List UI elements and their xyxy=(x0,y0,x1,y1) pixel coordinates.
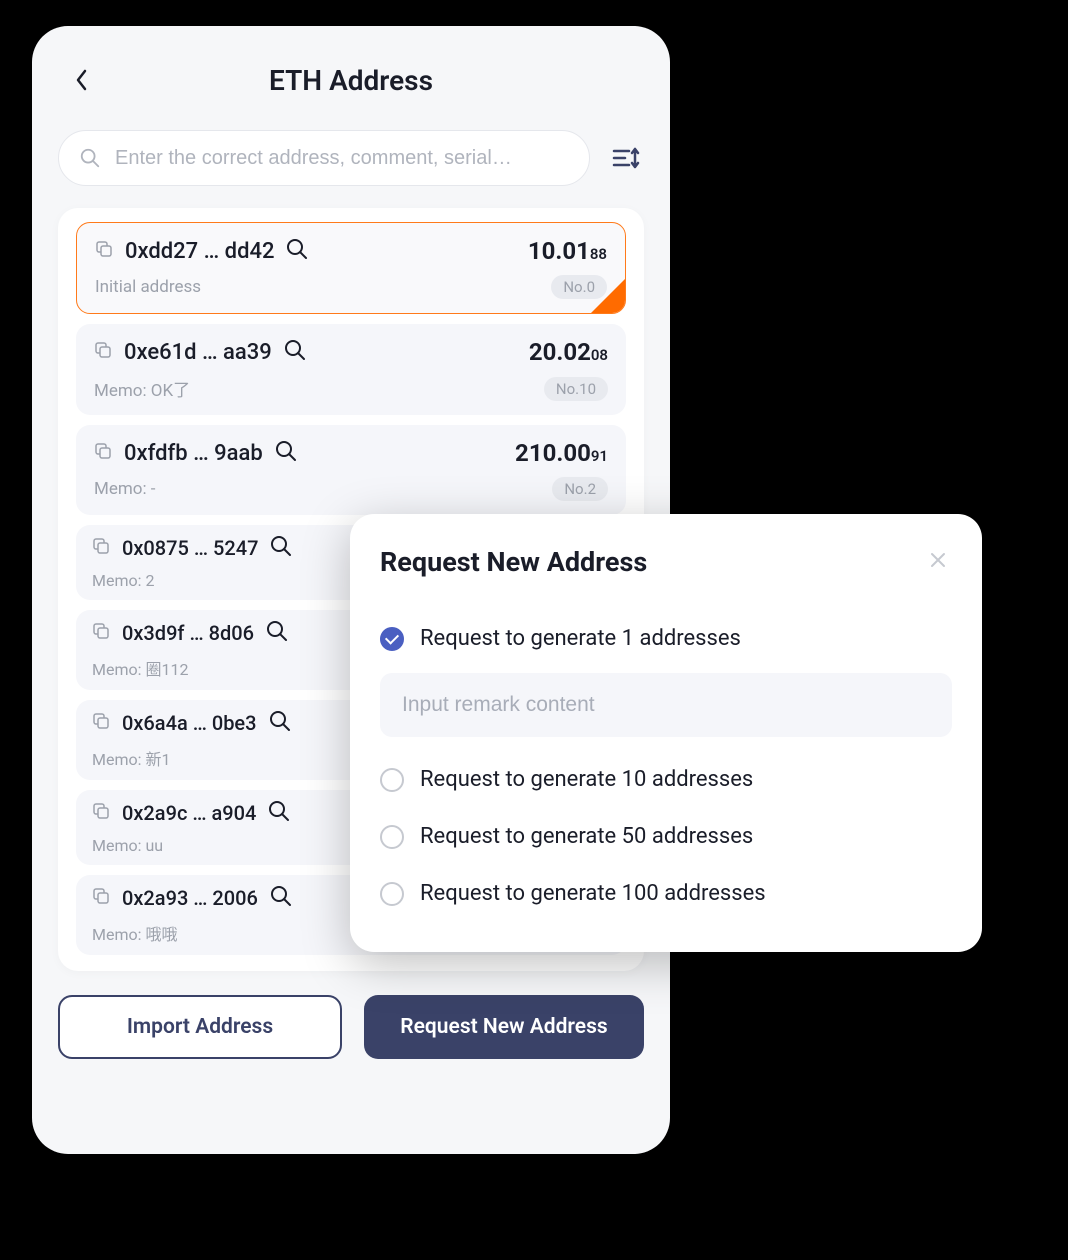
search-icon xyxy=(79,147,101,169)
lookup-icon[interactable] xyxy=(270,535,292,561)
address-item[interactable]: 0xdd27 … dd42 10.0188 Initial address No… xyxy=(76,222,626,314)
search-row xyxy=(58,130,644,186)
lookup-icon[interactable] xyxy=(269,710,291,736)
address-text: 0xdd27 … dd42 xyxy=(125,239,274,264)
index-badge: No.10 xyxy=(544,377,608,401)
address-item[interactable]: 0xe61d … aa39 20.0208 Memo: OK了 No.10 xyxy=(76,324,626,415)
chevron-left-icon xyxy=(74,68,90,92)
radio-icon xyxy=(380,825,404,849)
radio-icon xyxy=(380,768,404,792)
radio-icon xyxy=(380,882,404,906)
memo: Initial address xyxy=(95,277,201,297)
close-button[interactable] xyxy=(928,550,952,574)
sort-icon xyxy=(611,143,641,173)
copy-icon[interactable] xyxy=(94,341,112,363)
option-generate-100[interactable]: Request to generate 100 addresses xyxy=(380,865,952,922)
balance: 10.0188 xyxy=(528,237,607,265)
sort-button[interactable] xyxy=(608,140,644,176)
close-icon xyxy=(928,550,948,570)
address-text: 0xfdfb … 9aab xyxy=(124,441,263,466)
option-generate-50[interactable]: Request to generate 50 addresses xyxy=(380,808,952,865)
request-new-address-modal: Request New Address Request to generate … xyxy=(350,514,982,952)
balance: 210.0091 xyxy=(515,439,608,467)
copy-icon[interactable] xyxy=(92,537,110,559)
radio-checked-icon xyxy=(380,627,404,651)
lookup-icon[interactable] xyxy=(266,620,288,646)
import-address-button[interactable]: Import Address xyxy=(58,995,342,1059)
memo: Memo: 哦哦 xyxy=(92,921,177,945)
address-text: 0x3d9f … 8d06 xyxy=(122,621,254,645)
option-label: Request to generate 50 addresses xyxy=(420,824,753,849)
lookup-icon[interactable] xyxy=(268,800,290,826)
address-text: 0xe61d … aa39 xyxy=(124,340,272,365)
option-label: Request to generate 100 addresses xyxy=(420,881,766,906)
search-input[interactable] xyxy=(115,147,569,170)
option-label: Request to generate 10 addresses xyxy=(420,767,753,792)
address-text: 0x0875 … 5247 xyxy=(122,536,258,560)
index-badge: No.2 xyxy=(552,477,608,501)
lookup-icon[interactable] xyxy=(284,339,306,365)
copy-icon[interactable] xyxy=(92,622,110,644)
address-text: 0x2a9c … a904 xyxy=(122,801,256,825)
modal-title: Request New Address xyxy=(380,546,647,578)
address-text: 0x6a4a … 0be3 xyxy=(122,711,257,735)
memo: Memo: 2 xyxy=(92,571,154,590)
copy-icon[interactable] xyxy=(92,887,110,909)
copy-icon[interactable] xyxy=(92,802,110,824)
memo: Memo: 新1 xyxy=(92,746,170,770)
memo: Memo: - xyxy=(94,479,156,499)
balance: 20.0208 xyxy=(529,338,608,366)
header: ETH Address xyxy=(58,56,644,104)
lookup-icon[interactable] xyxy=(275,440,297,466)
option-generate-1[interactable]: Request to generate 1 addresses xyxy=(380,610,952,667)
option-generate-10[interactable]: Request to generate 10 addresses xyxy=(380,751,952,808)
back-button[interactable] xyxy=(66,64,98,96)
search-box[interactable] xyxy=(58,130,590,186)
remark-input[interactable] xyxy=(380,673,952,737)
address-item[interactable]: 0xfdfb … 9aab 210.0091 Memo: - No.2 xyxy=(76,425,626,515)
action-buttons: Import Address Request New Address xyxy=(58,995,644,1059)
index-badge: No.0 xyxy=(551,275,607,299)
page-title: ETH Address xyxy=(269,64,433,97)
copy-icon[interactable] xyxy=(95,240,113,262)
lookup-icon[interactable] xyxy=(286,238,308,264)
copy-icon[interactable] xyxy=(94,442,112,464)
address-text: 0x2a93 … 2006 xyxy=(122,886,258,910)
memo: Memo: uu xyxy=(92,836,163,855)
memo: Memo: OK了 xyxy=(94,376,190,401)
memo: Memo: 圈112 xyxy=(92,656,188,680)
request-new-address-button[interactable]: Request New Address xyxy=(364,995,644,1059)
copy-icon[interactable] xyxy=(92,712,110,734)
lookup-icon[interactable] xyxy=(270,885,292,911)
option-label: Request to generate 1 addresses xyxy=(420,626,741,651)
